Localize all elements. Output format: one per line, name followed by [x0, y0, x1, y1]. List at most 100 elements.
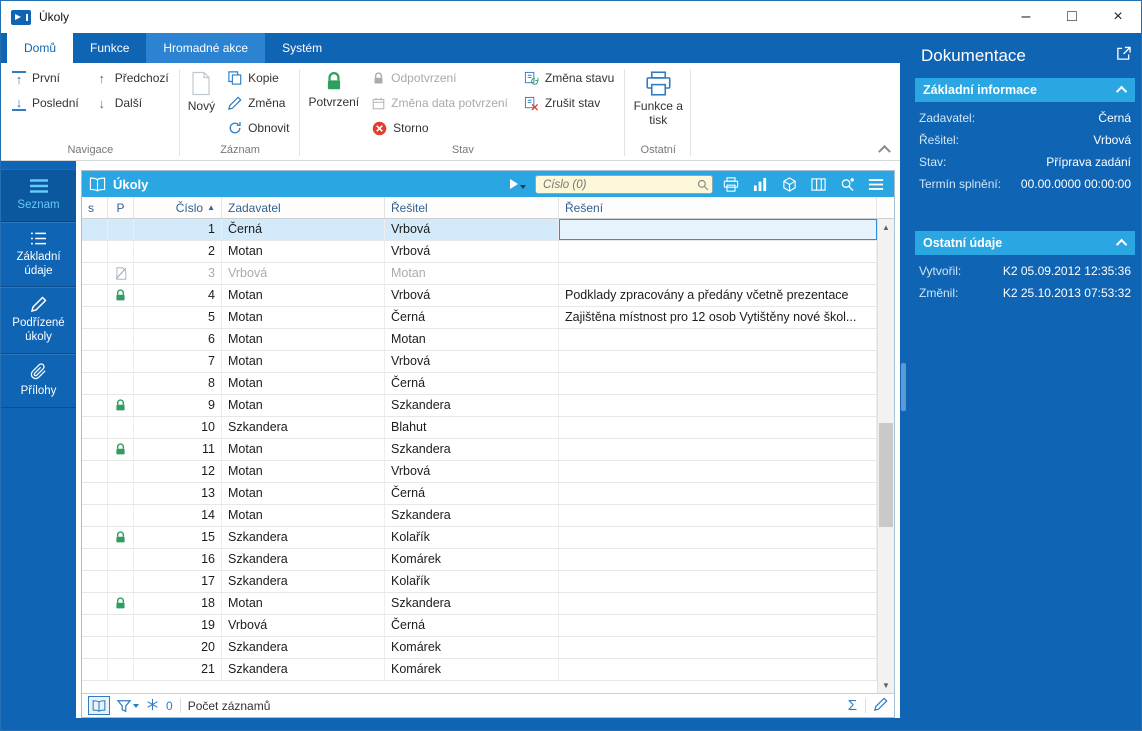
table-row[interactable]: 16 Szkandera Komárek — [82, 549, 877, 571]
table-row[interactable]: 19 Vrbová Černá — [82, 615, 877, 637]
cell-resitel[interactable]: Vrbová — [385, 219, 559, 240]
tab-funkce[interactable]: Funkce — [73, 33, 146, 63]
column-header-resitel[interactable]: Řešitel — [385, 197, 559, 218]
cell-zadavatel[interactable]: Motan — [222, 483, 385, 504]
sidebar-item-zakladni-udaje[interactable]: Základní údaje — [1, 221, 76, 288]
cell-reseni[interactable] — [559, 549, 877, 570]
chart-button[interactable] — [749, 173, 771, 195]
cell-p[interactable] — [108, 439, 134, 460]
cell-p[interactable] — [108, 219, 134, 240]
cell-s[interactable] — [82, 351, 108, 372]
column-header-reseni[interactable]: Řešení — [559, 197, 877, 218]
cell-p[interactable] — [108, 637, 134, 658]
column-header-p[interactable]: P — [108, 197, 134, 218]
column-header-cislo[interactable]: Číslo ▲ — [134, 197, 222, 218]
cell-reseni[interactable] — [559, 439, 877, 460]
cell-p[interactable] — [108, 329, 134, 350]
previous-record-button[interactable]: ↑ Předchozí — [88, 67, 176, 89]
cell-zadavatel[interactable]: Motan — [222, 373, 385, 394]
cell-resitel[interactable]: Komárek — [385, 637, 559, 658]
cell-reseni[interactable] — [559, 593, 877, 614]
columns-button[interactable] — [807, 173, 829, 195]
cell-cislo[interactable]: 17 — [134, 571, 222, 592]
cell-p[interactable] — [108, 659, 134, 680]
grid-menu-button[interactable] — [865, 173, 887, 195]
cell-cislo[interactable]: 21 — [134, 659, 222, 680]
cell-zadavatel[interactable]: Motan — [222, 329, 385, 350]
table-row[interactable]: 12 Motan Vrbová — [82, 461, 877, 483]
tab-system[interactable]: Systém — [265, 33, 339, 63]
cell-reseni[interactable] — [559, 615, 877, 636]
cell-zadavatel[interactable]: Motan — [222, 351, 385, 372]
cell-cislo[interactable]: 16 — [134, 549, 222, 570]
cell-s[interactable] — [82, 571, 108, 592]
cell-zadavatel[interactable]: Motan — [222, 593, 385, 614]
cell-reseni[interactable]: Zajištěna místnost pro 12 osob Vytištěny… — [559, 307, 877, 328]
minimize-button[interactable]: – — [1003, 1, 1049, 33]
cell-cislo[interactable]: 20 — [134, 637, 222, 658]
section-header[interactable]: Ostatní údaje — [915, 231, 1135, 255]
cell-cislo[interactable]: 3 — [134, 263, 222, 284]
column-header-s[interactable]: s — [82, 197, 108, 218]
cell-resitel[interactable]: Motan — [385, 263, 559, 284]
cell-zadavatel[interactable]: Černá — [222, 219, 385, 240]
cell-cislo[interactable]: 2 — [134, 241, 222, 262]
search-input[interactable] — [535, 175, 713, 194]
expand-panel-button[interactable] — [1116, 46, 1131, 66]
table-row[interactable]: 13 Motan Černá — [82, 483, 877, 505]
refresh-button[interactable]: Obnovit — [221, 117, 296, 139]
table-row[interactable]: 7 Motan Vrbová — [82, 351, 877, 373]
change-button[interactable]: Změna — [221, 92, 296, 114]
cell-zadavatel[interactable]: Motan — [222, 461, 385, 482]
cell-resitel[interactable]: Vrbová — [385, 285, 559, 306]
panel-splitter[interactable] — [900, 33, 907, 730]
cell-p[interactable] — [108, 593, 134, 614]
sidebar-item-prilohy[interactable]: Přílohy — [1, 353, 76, 408]
cell-cislo[interactable]: 11 — [134, 439, 222, 460]
cell-s[interactable] — [82, 285, 108, 306]
section-header[interactable]: Základní informace — [915, 78, 1135, 102]
cell-s[interactable] — [82, 219, 108, 240]
cell-cislo[interactable]: 5 — [134, 307, 222, 328]
cell-s[interactable] — [82, 659, 108, 680]
cell-resitel[interactable]: Černá — [385, 483, 559, 504]
cell-s[interactable] — [82, 615, 108, 636]
next-record-button[interactable]: ↓ Další — [88, 92, 176, 114]
close-button[interactable]: × — [1095, 1, 1141, 33]
cell-cislo[interactable]: 13 — [134, 483, 222, 504]
cell-cislo[interactable]: 18 — [134, 593, 222, 614]
cell-zadavatel[interactable]: Szkandera — [222, 417, 385, 438]
confirm-button[interactable]: Potvrzení — [304, 67, 363, 110]
cell-cislo[interactable]: 6 — [134, 329, 222, 350]
cell-cislo[interactable]: 4 — [134, 285, 222, 306]
cell-reseni[interactable] — [559, 571, 877, 592]
clear-status-button[interactable]: Zrušit stav — [517, 92, 621, 114]
cell-reseni[interactable] — [559, 527, 877, 548]
cell-zadavatel[interactable]: Motan — [222, 285, 385, 306]
cell-zadavatel[interactable]: Szkandera — [222, 527, 385, 548]
table-row[interactable]: 10 Szkandera Blahut — [82, 417, 877, 439]
scroll-down-icon[interactable]: ▼ — [878, 677, 894, 693]
sidebar-item-podrizene-ukoly[interactable]: Podřízené úkoly — [1, 287, 76, 354]
cell-p[interactable] — [108, 285, 134, 306]
cell-resitel[interactable]: Vrbová — [385, 461, 559, 482]
cell-p[interactable] — [108, 417, 134, 438]
table-row[interactable]: 6 Motan Motan — [82, 329, 877, 351]
table-row[interactable]: 4 Motan Vrbová Podklady zpracovány a předán… — [82, 285, 877, 307]
filter-button[interactable] — [117, 699, 139, 713]
cell-s[interactable] — [82, 505, 108, 526]
table-row[interactable]: 8 Motan Černá — [82, 373, 877, 395]
column-header-zadavatel[interactable]: Zadavatel — [222, 197, 385, 218]
cell-resitel[interactable]: Kolařík — [385, 527, 559, 548]
advanced-search-button[interactable] — [836, 173, 858, 195]
cell-p[interactable] — [108, 241, 134, 262]
cell-resitel[interactable]: Komárek — [385, 549, 559, 570]
splitter-handle[interactable] — [901, 363, 906, 411]
table-row[interactable]: 21 Szkandera Komárek — [82, 659, 877, 681]
cell-zadavatel[interactable]: Motan — [222, 307, 385, 328]
cell-reseni[interactable] — [559, 483, 877, 504]
table-row[interactable]: 20 Szkandera Komárek — [82, 637, 877, 659]
table-row[interactable]: 5 Motan Černá Zajištěna místnost pro 12 oso… — [82, 307, 877, 329]
table-row[interactable]: 14 Motan Szkandera — [82, 505, 877, 527]
cell-s[interactable] — [82, 307, 108, 328]
